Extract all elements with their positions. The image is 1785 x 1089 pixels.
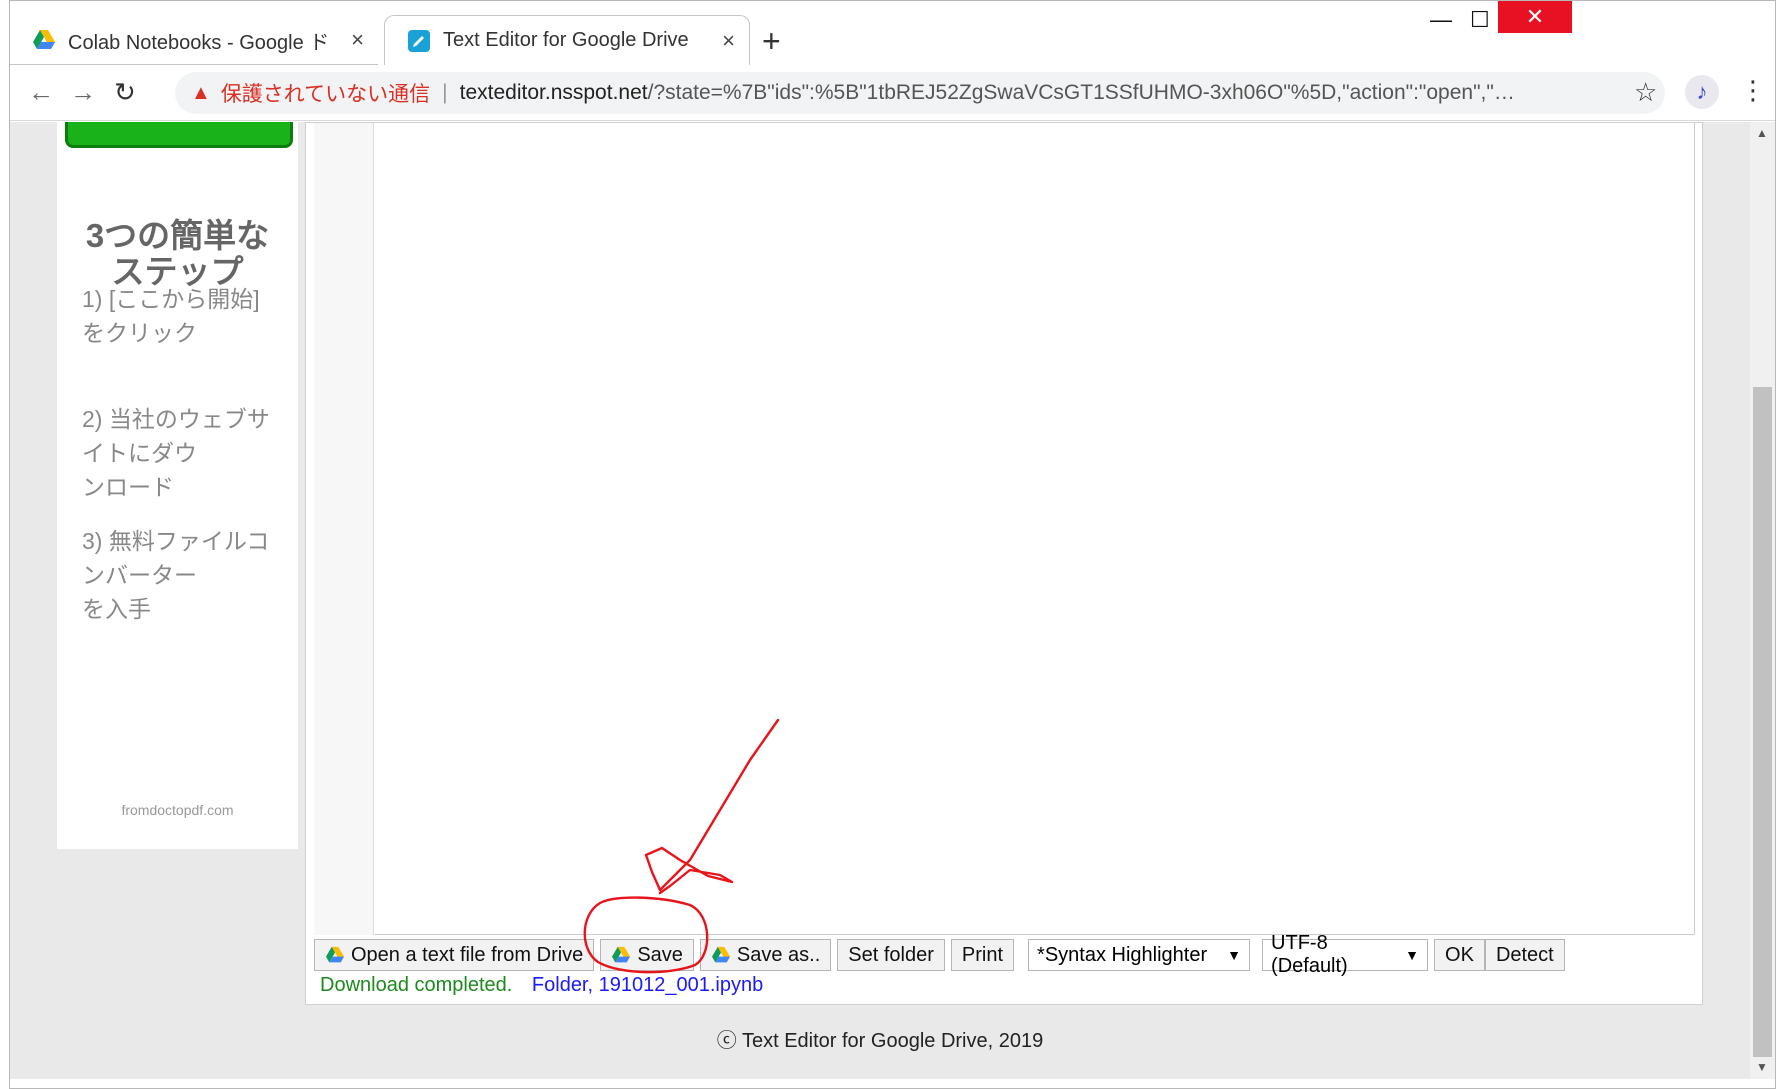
- close-tab-icon[interactable]: ×: [351, 27, 364, 53]
- syntax-highlighter-select[interactable]: *Syntax Highlighter ▼: [1028, 939, 1251, 971]
- google-drive-icon: [326, 946, 344, 963]
- extension-icon[interactable]: ♪: [1685, 75, 1719, 109]
- save-button[interactable]: Save: [600, 939, 694, 971]
- address-separator: |: [442, 81, 448, 104]
- sidebar-ad[interactable]: 3つの簡単な ステップ 1) [ここから開始] をクリック 2) 当社のウェブサ…: [57, 122, 298, 849]
- open-button-label: Open a text file from Drive: [351, 943, 584, 966]
- print-button[interactable]: Print: [950, 939, 1015, 971]
- maximize-button[interactable]: ☐: [1470, 7, 1490, 33]
- ad-step-3: 3) 無料ファイルコ ンバーター を入手: [82, 528, 270, 622]
- scroll-down-arrow-icon[interactable]: ▼: [1756, 1060, 1768, 1074]
- save-as-button-label: Save as..: [736, 943, 821, 966]
- ad-step-2: 2) 当社のウェブサ イトにダウ ンロード: [82, 406, 270, 500]
- dropdown-arrow-icon: ▼: [1405, 947, 1420, 963]
- url-host: texteditor.nsspot.net: [459, 81, 648, 104]
- editor-toolbar: Open a text file from Drive Save Save as…: [314, 932, 1571, 977]
- text-editor-icon: [408, 29, 430, 52]
- syntax-select-value: *Syntax Highlighter: [1037, 943, 1208, 966]
- ad-title: 3つの簡単な ステップ: [85, 217, 270, 290]
- back-arrow-icon[interactable]: ←: [28, 77, 54, 108]
- reload-icon[interactable]: ↻: [114, 77, 136, 108]
- google-drive-icon: [711, 946, 730, 963]
- save-as-button[interactable]: Save as..: [699, 939, 832, 971]
- browser-window: Colab Notebooks - Google ドラ × Text Edito…: [9, 0, 1776, 1089]
- page-content: 3つの簡単な ステップ 1) [ここから開始] をクリック 2) 当社のウェブサ…: [10, 122, 1750, 1079]
- scroll-up-arrow-icon[interactable]: ▲: [1756, 126, 1768, 140]
- ad-footer[interactable]: fromdoctopdf.com: [57, 802, 298, 818]
- encoding-select-value: UTF-8 (Default): [1271, 932, 1348, 977]
- tab-bar: Colab Notebooks - Google ドラ × Text Edito…: [10, 1, 1775, 65]
- ad-start-button[interactable]: [65, 122, 293, 148]
- tab-colab-notebooks[interactable]: Colab Notebooks - Google ドラ ×: [10, 15, 378, 65]
- detect-button[interactable]: Detect: [1484, 939, 1565, 971]
- tab-text-editor[interactable]: Text Editor for Google Drive ×: [384, 15, 750, 65]
- not-secure-label[interactable]: 保護されていない通信: [221, 78, 430, 108]
- scrollbar-thumb[interactable]: [1753, 387, 1772, 1057]
- set-folder-button[interactable]: Set folder: [837, 939, 945, 971]
- ok-button[interactable]: OK: [1434, 939, 1485, 971]
- vertical-scrollbar[interactable]: ▲ ▼: [1750, 122, 1775, 1079]
- kebab-menu-icon[interactable]: ⋮: [1740, 75, 1766, 106]
- dropdown-arrow-icon: ▼: [1227, 947, 1242, 963]
- save-button-label: Save: [637, 943, 683, 966]
- encoding-select[interactable]: UTF-8 (Default) ▼: [1262, 932, 1429, 977]
- google-drive-icon: [33, 30, 55, 49]
- minimize-button[interactable]: —: [1430, 7, 1452, 33]
- address-bar[interactable]: ▲ 保護されていない通信 | texteditor.nsspot.net /?s…: [175, 72, 1665, 114]
- forward-arrow-icon[interactable]: →: [70, 77, 96, 108]
- open-from-drive-button[interactable]: Open a text file from Drive: [314, 939, 595, 971]
- page-footer: ⓒ Text Editor for Google Drive, 2019: [716, 1030, 1044, 1052]
- status-line: Download completed. Folder, 191012_001.i…: [320, 974, 763, 997]
- bookmark-star-icon[interactable]: ☆: [1634, 77, 1657, 108]
- close-tab-icon[interactable]: ×: [722, 28, 735, 54]
- line-number-gutter: [314, 123, 374, 935]
- browser-toolbar: ← → ↻ ▲ 保護されていない通信 | texteditor.nsspot.n…: [10, 65, 1775, 121]
- ad-step-1: 1) [ここから開始] をクリック: [82, 286, 260, 346]
- editor-panel: Open a text file from Drive Save Save as…: [305, 122, 1703, 1005]
- tab-title: Colab Notebooks - Google ドラ: [68, 31, 328, 54]
- text-editor-area[interactable]: [375, 123, 1695, 935]
- warning-icon: ▲: [191, 81, 211, 104]
- close-window-button[interactable]: ✕: [1498, 1, 1572, 33]
- tab-title: Text Editor for Google Drive: [443, 29, 689, 51]
- folder-file-link[interactable]: Folder, 191012_001.ipynb: [532, 974, 763, 996]
- status-message: Download completed.: [320, 974, 513, 996]
- google-drive-icon: [612, 946, 631, 963]
- new-tab-button[interactable]: +: [762, 23, 781, 60]
- url-path: /?state=%7B"ids":%5B"1tbREJ52ZgSwaVCsGT1…: [647, 81, 1515, 104]
